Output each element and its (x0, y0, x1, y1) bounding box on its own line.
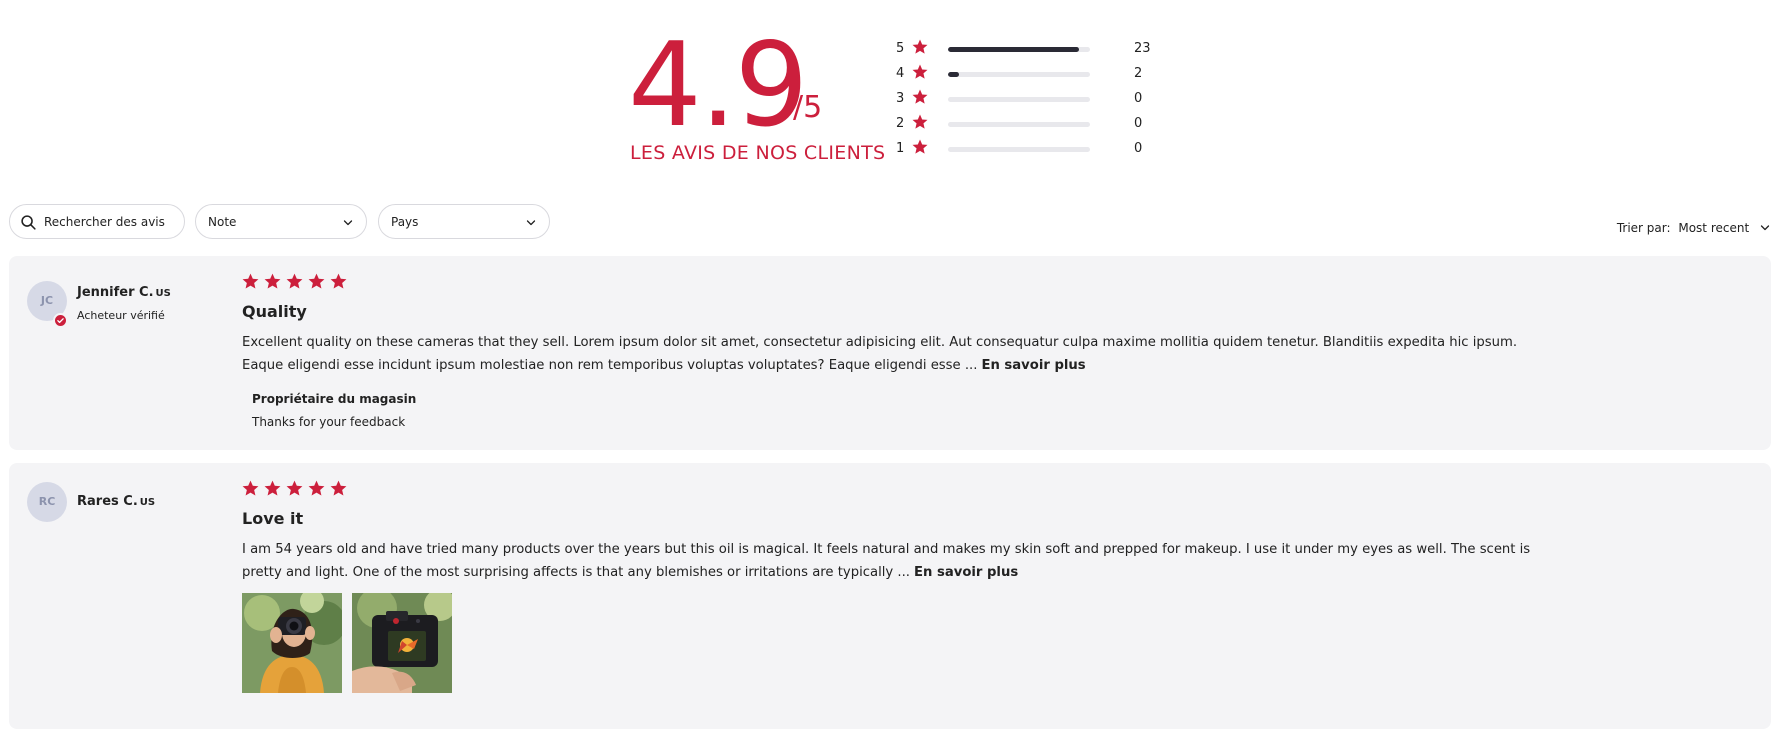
rating-bar-track (948, 147, 1090, 152)
star-icon (307, 479, 326, 498)
rating-row-stars: 5 (896, 41, 905, 56)
sort-dropdown[interactable]: Trier par: Most recent (1617, 220, 1771, 235)
search-icon (21, 215, 36, 230)
rating-row-count: 23 (1134, 41, 1151, 56)
read-more-link[interactable]: En savoir plus (914, 565, 1018, 580)
rating-row-count: 0 (1134, 141, 1143, 156)
avatar: RC (27, 482, 67, 522)
rating-bar-track (948, 122, 1090, 127)
rating-filter-select[interactable]: Note (195, 204, 367, 239)
review-stars (241, 479, 351, 499)
reviewer-country: US (139, 497, 156, 508)
rating-bar-track (948, 47, 1090, 52)
star-icon (329, 479, 348, 498)
chevron-down-icon (1760, 224, 1770, 230)
star-icon (911, 138, 929, 156)
rating-row-3[interactable]: 3 0 (896, 88, 1156, 113)
rating-filter-value: Note (208, 215, 237, 229)
rating-row-4[interactable]: 4 2 (896, 63, 1156, 88)
rating-distribution: 5 23 4 2 3 0 2 0 1 0 (896, 38, 1156, 163)
review-title: Love it (242, 509, 304, 528)
rating-row-count: 2 (1134, 66, 1143, 81)
star-icon (285, 272, 304, 291)
star-icon (263, 479, 282, 498)
reviewer-name-text: Jennifer C. (77, 285, 154, 300)
rating-row-count: 0 (1134, 116, 1143, 131)
country-filter-select[interactable]: Pays (378, 204, 550, 239)
reviewer-country: US (155, 288, 171, 299)
rating-summary: 4.9 /5 LES AVIS DE NOS CLIENTS 5 23 4 2 … (0, 0, 1779, 200)
search-input[interactable] (44, 211, 176, 233)
filter-bar: Note Pays Trier par: Most recent (9, 204, 1771, 240)
search-box[interactable] (9, 204, 185, 239)
owner-reply-title: Propriétaire du magasin (252, 392, 417, 406)
rating-row-count: 0 (1134, 91, 1143, 106)
owner-reply-text: Thanks for your feedback (252, 415, 406, 429)
review-card: JC Jennifer C. US Acheteur vérifié Qualit… (9, 256, 1771, 450)
star-icon (911, 38, 929, 56)
chevron-down-icon (343, 220, 353, 226)
review-card: RC Rares C. US Love it I am 54 years old … (9, 463, 1771, 729)
rating-row-stars: 1 (896, 141, 905, 156)
rating-bar-track (948, 97, 1090, 102)
review-stars (241, 272, 351, 292)
verified-check-icon (53, 313, 68, 328)
score-max: /5 (793, 90, 823, 125)
reviewer-name: Jennifer C. US (77, 285, 171, 300)
star-icon (263, 272, 282, 291)
average-score: 4.9 (628, 18, 808, 153)
rating-bar-fill (948, 72, 960, 77)
rating-row-1[interactable]: 1 0 (896, 138, 1156, 163)
woman-with-camera-photo[interactable] (242, 593, 342, 693)
sort-label: Trier par: (1616, 220, 1671, 235)
rating-bar-fill (948, 47, 1079, 52)
rating-row-stars: 2 (896, 116, 905, 131)
rating-row-stars: 4 (896, 66, 905, 81)
sort-value: Most recent (1678, 220, 1750, 235)
star-icon (241, 272, 260, 291)
star-icon (911, 88, 929, 106)
review-title: Quality (242, 302, 307, 321)
rating-row-5[interactable]: 5 23 (896, 38, 1156, 63)
star-icon (307, 272, 326, 291)
star-icon (329, 272, 348, 291)
rating-row-stars: 3 (896, 91, 905, 106)
rating-row-2[interactable]: 2 0 (896, 113, 1156, 138)
chevron-down-icon (526, 220, 536, 226)
review-text: Excellent quality on these cameras that … (242, 335, 1518, 373)
review-body: I am 54 years old and have tried many pr… (242, 538, 1542, 584)
read-more-link[interactable]: En savoir plus (981, 358, 1085, 373)
review-body: Excellent quality on these cameras that … (242, 331, 1542, 377)
star-icon (241, 479, 260, 498)
camera-screen-flower-photo[interactable] (352, 593, 452, 693)
star-icon (911, 63, 929, 81)
star-icon (285, 479, 304, 498)
reviewer-name-text: Rares C. (77, 494, 138, 509)
star-icon (911, 113, 929, 131)
owner-reply: Propriétaire du magasin Thanks for your … (252, 392, 416, 429)
country-filter-value: Pays (391, 215, 419, 229)
reviewer-name: Rares C. US (77, 494, 155, 509)
review-text: I am 54 years old and have tried many pr… (242, 542, 1531, 580)
rating-bar-track (948, 72, 1090, 77)
summary-label: LES AVIS DE NOS CLIENTS (630, 142, 886, 164)
verified-buyer-label: Acheteur vérifié (77, 309, 165, 322)
